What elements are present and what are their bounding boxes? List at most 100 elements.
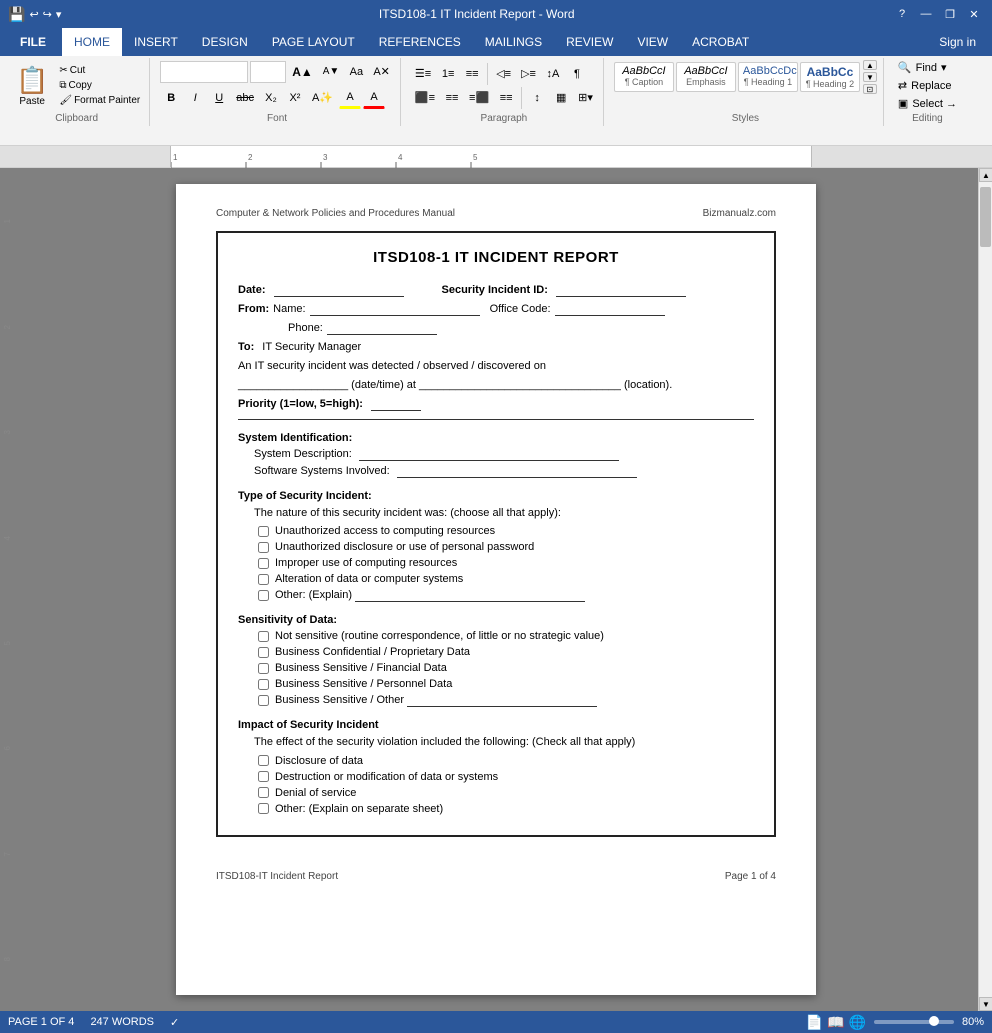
numbering-button[interactable]: 1≡ (437, 63, 459, 85)
svg-text:1: 1 (173, 153, 178, 162)
select-button[interactable]: ▣ Select → (894, 96, 961, 111)
sort-button[interactable]: ↕A (542, 63, 564, 85)
strikethrough-button[interactable]: abc (232, 87, 258, 109)
bullets-button[interactable]: ☰≡ (411, 63, 435, 85)
style-caption[interactable]: AaBbCcI ¶ Caption (614, 62, 674, 92)
clear-format-button[interactable]: A✕ (369, 61, 394, 83)
ruler-main[interactable]: 1 2 3 4 5 (170, 146, 812, 167)
scroll-thumb[interactable] (980, 187, 991, 247)
impact-checkbox-1[interactable] (258, 755, 269, 766)
change-case-button[interactable]: Aa (345, 61, 367, 83)
web-layout-icon[interactable]: 🌐 (849, 1014, 866, 1031)
decrease-indent-button[interactable]: ◁≡ (492, 63, 515, 85)
align-right-button[interactable]: ≡⬛ (465, 87, 493, 109)
sign-in-link[interactable]: Sign in (927, 28, 988, 56)
zoom-thumb[interactable] (929, 1016, 939, 1026)
phone-row: Phone: (288, 322, 754, 335)
impact-checkbox-2[interactable] (258, 771, 269, 782)
superscript-button[interactable]: X² (284, 87, 306, 109)
read-mode-icon[interactable]: 📖 (827, 1014, 844, 1031)
tab-review[interactable]: REVIEW (554, 28, 625, 56)
tab-references[interactable]: REFERENCES (367, 28, 473, 56)
paste-button[interactable]: 📋 Paste (10, 61, 54, 111)
sens-checkbox-5[interactable] (258, 695, 269, 706)
document-page[interactable]: Computer & Network Policies and Procedur… (176, 184, 816, 995)
inc-checkbox-2[interactable] (258, 542, 269, 553)
vertical-scrollbar[interactable]: ▲ ▼ (978, 168, 992, 1011)
sens-item-1: Not sensitive (routine correspondence, o… (258, 630, 754, 642)
border-button[interactable]: ⊞▾ (574, 87, 597, 109)
shrink-font-button[interactable]: A▼ (319, 61, 344, 83)
align-left-button[interactable]: ⬛≡ (411, 87, 439, 109)
styles-scroll-down[interactable]: ▼ (863, 72, 877, 82)
tab-acrobat[interactable]: ACROBAT (680, 28, 761, 56)
find-button[interactable]: 🔍 Find ▾ (894, 60, 961, 75)
text-effects-button[interactable]: A✨ (308, 87, 337, 109)
copy-button[interactable]: ⧉ Copy (56, 79, 143, 92)
inc-type-items: Unauthorized access to computing resourc… (238, 525, 754, 602)
show-hide-button[interactable]: ¶ (566, 63, 588, 85)
tab-home[interactable]: HOME (62, 28, 122, 56)
sens-checkbox-2[interactable] (258, 647, 269, 658)
sens-checkbox-1[interactable] (258, 631, 269, 642)
inc-checkbox-3[interactable] (258, 558, 269, 569)
grow-font-button[interactable]: A▲ (288, 61, 317, 83)
file-tab[interactable]: FILE (4, 28, 62, 56)
subscript-button[interactable]: X₂ (260, 87, 282, 109)
sensitivity-title: Sensitivity of Data: (238, 614, 754, 626)
section-divider-1 (238, 419, 754, 420)
inc-checkbox-5[interactable] (258, 590, 269, 601)
font-name-input[interactable]: Arial (160, 61, 248, 83)
highlight-button[interactable]: A (339, 87, 361, 109)
help-button[interactable]: ? (892, 6, 912, 22)
scroll-down-button[interactable]: ▼ (979, 997, 992, 1011)
scroll-up-button[interactable]: ▲ (979, 168, 992, 182)
document-scroll[interactable]: Computer & Network Policies and Procedur… (14, 168, 978, 1011)
sens-checkbox-4[interactable] (258, 679, 269, 690)
tab-insert[interactable]: INSERT (122, 28, 190, 56)
impact-checkbox-3[interactable] (258, 787, 269, 798)
impact-checkbox-4[interactable] (258, 803, 269, 814)
increase-indent-button[interactable]: ▷≡ (517, 63, 540, 85)
italic-button[interactable]: I (184, 87, 206, 109)
styles-scroll-up[interactable]: ▲ (863, 60, 877, 70)
sens-checkbox-3[interactable] (258, 663, 269, 674)
tab-design[interactable]: DESIGN (190, 28, 260, 56)
scroll-track[interactable] (979, 182, 992, 997)
cut-button[interactable]: ✂ Cut (56, 64, 143, 77)
replace-icon: ⇄ (898, 79, 907, 92)
proofing-icon[interactable]: ✓ (170, 1016, 179, 1029)
title-bar-icons: 💾 ↩ ↪ ▾ (8, 6, 61, 23)
priority-row: Priority (1=low, 5=high): (238, 398, 754, 411)
minimize-button[interactable]: — (916, 6, 936, 22)
impact-item-2: Destruction or modification of data or s… (258, 771, 754, 783)
inc-item-1: Unauthorized access to computing resourc… (258, 525, 754, 537)
tab-page-layout[interactable]: PAGE LAYOUT (260, 28, 367, 56)
zoom-slider[interactable] (874, 1020, 954, 1024)
shading-button[interactable]: ▦ (550, 87, 572, 109)
style-heading2[interactable]: AaBbCc ¶ Heading 2 (800, 62, 860, 92)
underline-button[interactable]: U (208, 87, 230, 109)
undo-icon[interactable]: ↩ (29, 8, 38, 21)
line-spacing-button[interactable]: ↕ (526, 87, 548, 109)
close-button[interactable]: ✕ (964, 6, 984, 22)
font-size-input[interactable]: 12 (250, 61, 286, 83)
redo-icon[interactable]: ↪ (43, 8, 52, 21)
styles-expand[interactable]: ⊡ (863, 84, 877, 94)
bold-button[interactable]: B (160, 87, 182, 109)
align-center-button[interactable]: ≡≡ (441, 87, 463, 109)
page-content[interactable]: ITSD108-1 IT INCIDENT REPORT Date: Secur… (176, 223, 816, 861)
format-painter-button[interactable]: 🖌 Format Painter (56, 94, 143, 107)
replace-button[interactable]: ⇄ Replace (894, 78, 961, 93)
tab-mailings[interactable]: MAILINGS (473, 28, 554, 56)
tab-view[interactable]: VIEW (625, 28, 680, 56)
restore-button[interactable]: ❐ (940, 6, 960, 22)
inc-checkbox-4[interactable] (258, 574, 269, 585)
justify-button[interactable]: ≡≡ (495, 87, 517, 109)
print-layout-icon[interactable]: 📄 (806, 1014, 823, 1031)
style-emphasis[interactable]: AaBbCcI Emphasis (676, 62, 736, 92)
inc-checkbox-1[interactable] (258, 526, 269, 537)
style-heading1[interactable]: AaBbCcDc ¶ Heading 1 (738, 62, 798, 92)
multilevel-button[interactable]: ≡≡ (461, 63, 483, 85)
font-color-button[interactable]: A (363, 87, 385, 109)
